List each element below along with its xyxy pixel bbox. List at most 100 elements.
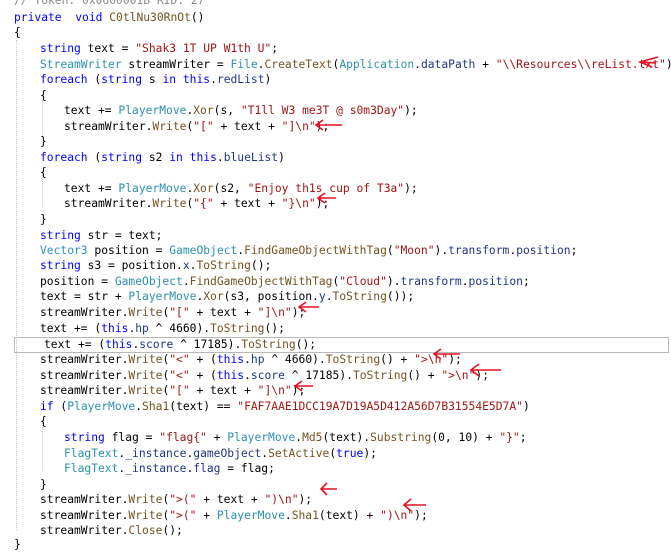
code-token: streamWriter. [40,509,129,522]
code-token: ")\n" [264,493,299,506]
code-token: ). [386,275,401,288]
code-line[interactable]: streamWriter.Write("[" + text + "]\n"); [40,305,305,321]
code-token: streamWriter = [121,58,231,71]
code-line[interactable]: text += PlayerMove.Xor(s2, "Enjoy th1s c… [64,181,418,197]
code-token: (text) == [169,400,238,413]
code-token: Application [339,58,415,71]
code-line[interactable]: string text = "Shak3 1T UP W1th U"; [40,41,278,57]
code-token: GameObject [114,275,183,288]
code-line[interactable]: Vector3 position = GameObject.FindGameOb… [40,243,577,259]
code-line[interactable]: text += PlayerMove.Xor(s, "T1ll W3 me3T … [64,103,418,119]
code-token: _instance [125,447,187,460]
code-token: "[" [169,384,190,397]
code-token: flag [193,462,221,475]
code-line[interactable]: streamWriter.Write("[" + text + "]\n"); [40,383,305,399]
code-line[interactable]: { [40,165,47,181]
code-token: Md5 [302,431,323,444]
code-token: Write [152,197,187,210]
red-arrow-annotation [293,380,313,392]
code-token: ); [666,58,671,71]
code-token: streamWriter. [40,384,129,397]
code-token: PlayerMove [128,290,197,303]
code-line[interactable]: string flag = "flag{" + PlayerMove.Md5(t… [64,430,527,446]
code-line[interactable]: text += (this.hp ^ 4660).ToString(); [40,321,285,337]
code-line[interactable]: { [40,414,47,430]
code-line[interactable]: } [40,477,47,493]
code-token: string [40,259,81,272]
code-line[interactable]: streamWriter.Write(">(" + text + ")\n"); [40,492,312,508]
indent-guide [42,100,43,134]
code-line[interactable]: } [40,212,47,228]
code-token: ToString [325,353,381,366]
code-token: + text + [189,306,258,319]
code-line[interactable]: StreamWriter streamWriter = File. CreateT… [40,57,671,73]
code-token: (text) + [318,509,381,522]
code-line[interactable]: streamWriter.Write("{" + text + "}\n"); [64,196,329,212]
code-line[interactable]: streamWriter.Write("<" + (this.score ^ 1… [40,368,489,384]
code-editor[interactable]: // Token: 0x0600001B RID: 27 private voi… [0,0,671,553]
code-token: blueList [223,151,279,164]
code-token: Xor [203,290,224,303]
code-token: this [216,369,245,382]
code-token: . [461,275,469,288]
code-line[interactable]: foreach (string s2 in this.blueList) [40,150,285,166]
code-token: . [325,290,333,303]
code-token: in [162,73,177,86]
code-token: "Moon" [393,244,435,257]
code-token: () [190,11,205,24]
code-token: . [182,275,190,288]
code-line[interactable]: string str = text; [40,228,162,244]
code-line[interactable]: } [40,134,47,150]
code-line[interactable]: text = str + PlayerMove.Xor(s3, position… [40,289,414,305]
code-token: ^ 4660). [148,322,211,335]
code-token: PlayerMove [118,182,187,195]
code-token: ) [522,400,530,413]
code-line[interactable]: } [14,537,21,553]
code-token: in [169,151,183,164]
code-token: "}\n" [281,197,316,210]
code-line[interactable]: streamWriter.Write("<" + (this.hp ^ 4660… [40,352,462,368]
code-line[interactable]: streamWriter.Close(); [40,523,183,539]
code-token: "T1ll W3 me3T @ s0m3Day" [240,104,405,117]
code-token: "<" [169,369,190,382]
code-line[interactable]: string s3 = position.x.ToString(); [40,258,271,274]
code-token: FindGameObjectWithTag [189,275,333,288]
code-token: string [101,151,143,164]
code-token: "]\n" [257,306,292,319]
code-line[interactable]: foreach (string s in this.redList) [40,72,271,88]
code-token: (); [162,524,183,537]
code-line[interactable]: { [40,88,47,104]
code-token: streamWriter. [40,353,129,366]
code-line[interactable]: FlagText._instance.flag = flag; [64,461,275,477]
code-token: ToString [241,338,296,351]
code-token: PlayerMove [227,431,296,444]
code-line[interactable]: if (PlayerMove.Sha1(text) == "FAF7AAE1DC… [40,399,530,415]
code-line[interactable]: streamWriter.Write("[" + text + "]\n"); [64,119,329,135]
code-token: { [14,26,21,39]
code-line[interactable]: { [14,25,21,41]
code-token: "]\n" [281,120,316,133]
code-token: streamWriter. [64,120,153,133]
code-token: StreamWriter [40,58,122,71]
code-line[interactable]: private void C0tlNu30RnOt() [14,10,204,26]
code-token: transform [448,244,510,257]
code-token: { [40,166,47,179]
code-line[interactable]: position = GameObject.FindGameObjectWith… [40,274,530,290]
code-token: "[" [169,306,190,319]
current-code-line[interactable]: text += (this.score ^ 17185).ToString(); [14,337,669,353]
code-token: position [516,244,571,257]
code-token: string [64,431,105,444]
code-token: if [40,400,54,413]
code-token: (s, [213,104,241,117]
code-line[interactable]: streamWriter.Write(">(" + PlayerMove.Sha… [40,508,428,524]
code-token: transform [400,275,462,288]
code-token: Close [128,524,163,537]
code-token: { [40,89,47,102]
code-line[interactable]: FlagText._instance.gameObject.SetActive(… [64,446,377,462]
code-token: . [244,353,251,366]
code-token: } [40,478,47,491]
red-arrow-annotation [297,301,319,313]
header-comment: // Token: 0x0600001B RID: 27 [14,0,205,7]
code-token: GameObject [169,244,238,257]
